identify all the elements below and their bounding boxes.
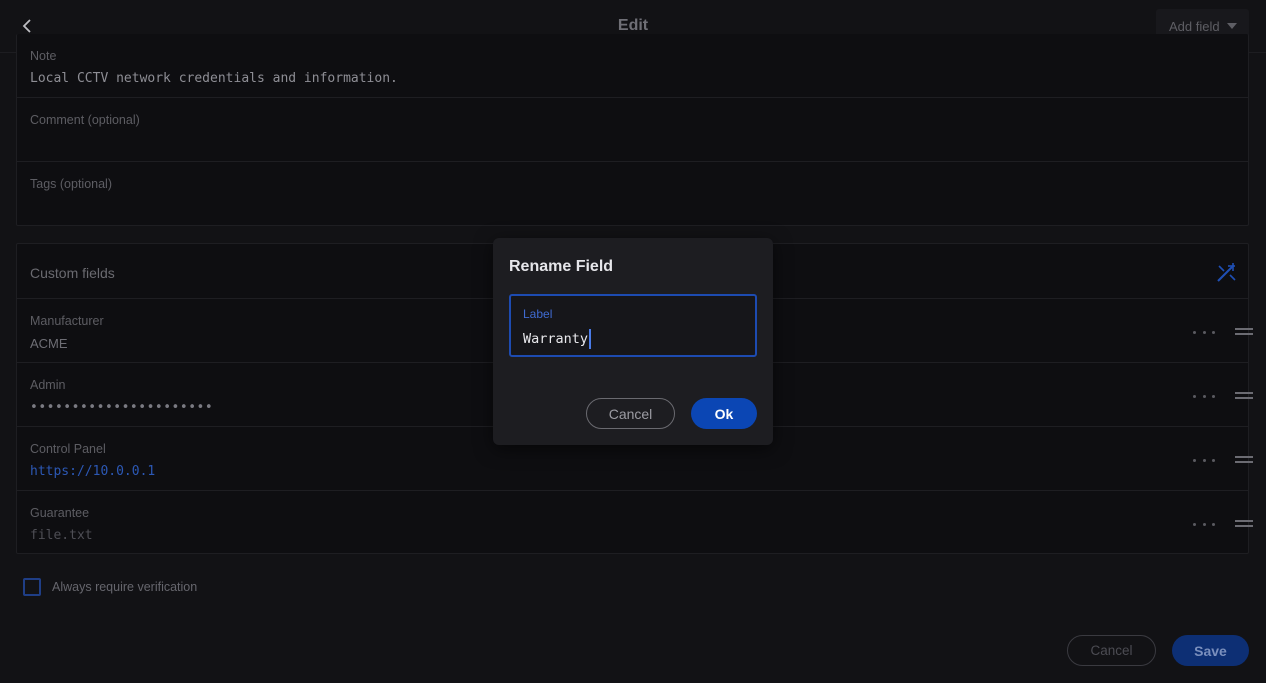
more-horizontal-icon[interactable] xyxy=(1193,453,1215,467)
more-horizontal-icon[interactable] xyxy=(1193,325,1215,339)
drag-handle-icon[interactable] xyxy=(1235,520,1253,528)
custom-field-link[interactable]: https://10.0.0.1 xyxy=(30,464,155,479)
caret-down-icon xyxy=(1226,23,1237,29)
drag-handle-icon[interactable] xyxy=(1235,328,1253,336)
drag-handle-icon[interactable] xyxy=(1235,456,1253,464)
save-button[interactable]: Save xyxy=(1172,635,1249,666)
note-field[interactable]: Note Local CCTV network credentials and … xyxy=(17,34,1248,98)
edit-page: Edit Add field Note Local CCTV network c… xyxy=(0,0,1266,683)
custom-field-row-guarantee[interactable]: Guarantee file.txt xyxy=(17,491,1253,555)
custom-field-file[interactable]: file.txt xyxy=(30,528,93,543)
custom-field-label: Control Panel xyxy=(30,442,106,456)
custom-fields-title: Custom fields xyxy=(30,265,115,281)
verification-checkbox[interactable] xyxy=(23,578,41,596)
dialog-cancel-button[interactable]: Cancel xyxy=(586,398,675,429)
tags-field[interactable]: Tags (optional) xyxy=(17,162,1248,226)
dialog-title: Rename Field xyxy=(509,258,614,275)
text-cursor xyxy=(589,329,591,349)
note-value: Local CCTV network credentials and infor… xyxy=(30,71,398,86)
label-field-label: Label xyxy=(523,307,553,321)
more-horizontal-icon[interactable] xyxy=(1193,389,1215,403)
note-label: Note xyxy=(30,49,57,63)
page-title: Edit xyxy=(617,17,649,34)
wand-icon xyxy=(1217,263,1236,282)
custom-field-value: ACME xyxy=(30,336,68,351)
details-card: Note Local CCTV network credentials and … xyxy=(16,34,1249,226)
label-field[interactable]: Label xyxy=(509,294,757,357)
comment-label: Comment (optional) xyxy=(30,113,140,127)
custom-field-label: Manufacturer xyxy=(30,314,104,328)
cancel-button[interactable]: Cancel xyxy=(1067,635,1156,666)
dialog-ok-button[interactable]: Ok xyxy=(691,398,757,429)
label-input[interactable] xyxy=(523,329,743,349)
tags-label: Tags (optional) xyxy=(30,177,112,191)
rename-field-dialog: Rename Field Label Cancel Ok xyxy=(493,238,773,445)
drag-handle-icon[interactable] xyxy=(1235,392,1253,400)
custom-field-label: Guarantee xyxy=(30,506,90,520)
verification-label: Always require verification xyxy=(52,580,198,594)
add-field-label: Add field xyxy=(1169,18,1220,34)
custom-field-label: Admin xyxy=(30,378,66,392)
wand-button[interactable] xyxy=(1215,260,1239,284)
custom-field-value: •••••••••••••••••••••• xyxy=(30,400,214,415)
more-horizontal-icon[interactable] xyxy=(1193,517,1215,531)
comment-field[interactable]: Comment (optional) xyxy=(17,98,1248,162)
